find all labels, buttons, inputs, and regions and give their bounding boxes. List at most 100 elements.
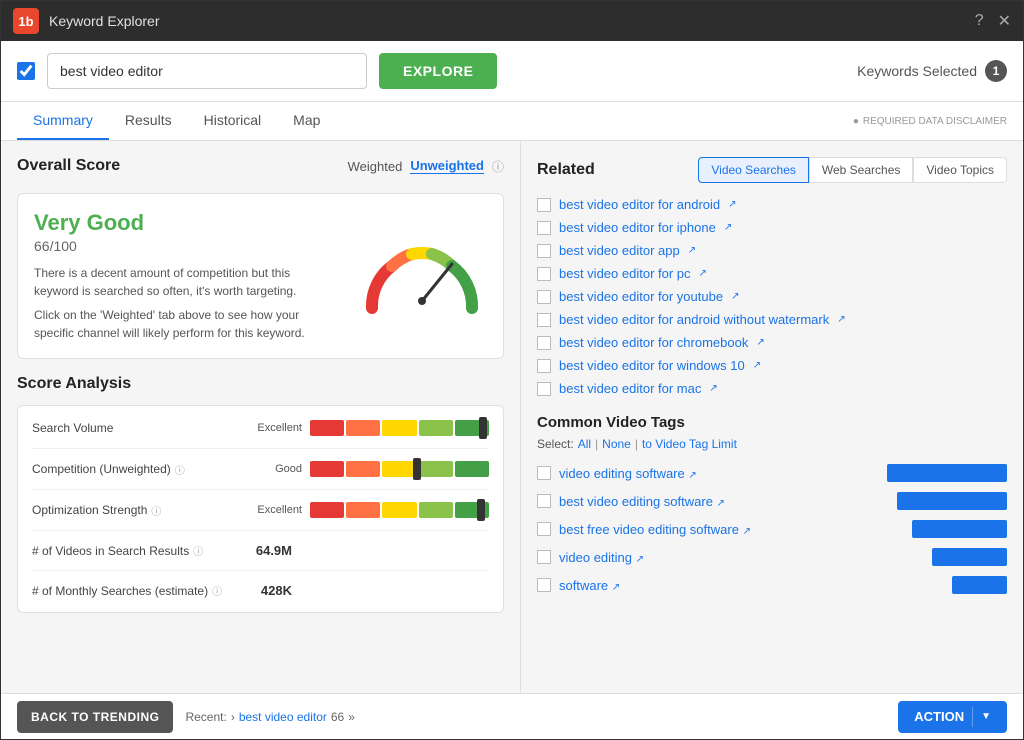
external-link-icon-5[interactable]: ↗ <box>731 291 739 302</box>
list-item[interactable]: best video editor for android ↗ <box>537 193 1007 216</box>
tab-historical[interactable]: Historical <box>188 102 278 140</box>
keyword-text-7: best video editor for chromebook <box>559 335 748 350</box>
list-item[interactable]: best video editor for mac ↗ <box>537 377 1007 400</box>
keyword-checkbox-7[interactable] <box>537 336 551 350</box>
keywords-selected: Keywords Selected 1 <box>857 60 1007 82</box>
recent-label: Recent: <box>185 710 226 724</box>
keyword-text-5: best video editor for youtube <box>559 289 723 304</box>
list-item[interactable]: best video editor for youtube ↗ <box>537 285 1007 308</box>
tag-checkbox-2[interactable] <box>537 494 551 508</box>
tab-summary[interactable]: Summary <box>17 102 109 140</box>
monthly-label: # of Monthly Searches (estimate) ⓘ <box>32 583 232 598</box>
monthly-info-icon[interactable]: ⓘ <box>212 583 222 598</box>
close-icon[interactable]: ✕ <box>998 11 1011 31</box>
weighted-toggle[interactable]: Weighted <box>348 159 403 174</box>
competition-info-icon[interactable]: ⓘ <box>175 462 185 477</box>
external-link-icon-1[interactable]: ↗ <box>728 199 736 210</box>
action-dropdown-icon[interactable]: ▼ <box>981 711 991 722</box>
external-link-icon-4[interactable]: ↗ <box>699 268 707 279</box>
analysis-box: Search Volume Excellent Competition (Unw… <box>17 405 504 613</box>
keywords-selected-label: Keywords Selected <box>857 63 977 79</box>
keyword-checkbox-3[interactable] <box>537 244 551 258</box>
list-item[interactable]: best video editor for windows 10 ↗ <box>537 354 1007 377</box>
tag-checkbox-1[interactable] <box>537 466 551 480</box>
videos-info-icon[interactable]: ⓘ <box>193 543 203 558</box>
list-item[interactable]: best video editor for pc ↗ <box>537 262 1007 285</box>
bar-lightgreen <box>419 420 453 436</box>
back-to-trending-button[interactable]: BACK TO TRENDING <box>17 701 173 733</box>
tag-item-4[interactable]: video editing ↗ <box>537 543 1007 571</box>
tag-label-4: video editing ↗ <box>559 550 924 565</box>
action-button[interactable]: ACTION ▼ <box>898 701 1007 733</box>
help-icon[interactable]: ? <box>975 12 984 30</box>
tag-bar-3 <box>912 520 1007 538</box>
overall-score-title: Overall Score <box>17 157 120 175</box>
tag-label-3: best free video editing software ↗ <box>559 522 904 537</box>
common-video-tags-section: Common Video Tags Select: All | None | t… <box>537 414 1007 599</box>
recent-keyword-link[interactable]: best video editor <box>239 710 327 724</box>
search-checkbox[interactable] <box>17 62 35 80</box>
overall-score-header: Overall Score Weighted Unweighted ⓘ <box>17 157 504 187</box>
keywords-count-badge: 1 <box>985 60 1007 82</box>
search-volume-label: Search Volume <box>32 421 232 435</box>
bar-red-2 <box>310 461 344 477</box>
keyword-text-8: best video editor for windows 10 <box>559 358 745 373</box>
competition-label: Competition (Unweighted) ⓘ <box>32 462 232 477</box>
list-item[interactable]: best video editor app ↗ <box>537 239 1007 262</box>
related-tabs: Video Searches Web Searches Video Topics <box>698 157 1007 183</box>
search-input[interactable] <box>47 53 367 89</box>
external-link-icon-3[interactable]: ↗ <box>688 245 696 256</box>
keyword-checkbox-5[interactable] <box>537 290 551 304</box>
search-volume-rating: Excellent <box>232 422 302 434</box>
bar-orange-2 <box>346 461 380 477</box>
score-info-icon[interactable]: ⓘ <box>492 158 504 175</box>
tag-item-3[interactable]: best free video editing software ↗ <box>537 515 1007 543</box>
keyword-checkbox-1[interactable] <box>537 198 551 212</box>
tags-select-label: Select: <box>537 437 574 451</box>
tag-label-2: best video editing software ↗ <box>559 494 889 509</box>
common-video-tags-title: Common Video Tags <box>537 414 1007 431</box>
keyword-checkbox-9[interactable] <box>537 382 551 396</box>
tags-select-none[interactable]: None <box>602 437 631 451</box>
analysis-row-optimization: Optimization Strength ⓘ Excellent <box>32 502 489 531</box>
bar-lightgreen-3 <box>419 502 453 518</box>
recent-count: 66 <box>331 710 344 724</box>
left-panel: Overall Score Weighted Unweighted ⓘ Very… <box>1 141 521 693</box>
list-item[interactable]: best video editor for iphone ↗ <box>537 216 1007 239</box>
tags-select-all[interactable]: All <box>578 437 591 451</box>
keyword-checkbox-6[interactable] <box>537 313 551 327</box>
tag-item-5[interactable]: software ↗ <box>537 571 1007 599</box>
tab-map[interactable]: Map <box>277 102 336 140</box>
tag-item-1[interactable]: video editing software ↗ <box>537 459 1007 487</box>
videos-value: 64.9M <box>232 543 292 558</box>
external-link-icon-6[interactable]: ↗ <box>837 314 845 325</box>
external-link-icon-2[interactable]: ↗ <box>724 222 732 233</box>
videos-label: # of Videos in Search Results ⓘ <box>32 543 232 558</box>
main-content: Overall Score Weighted Unweighted ⓘ Very… <box>1 141 1023 693</box>
score-label: Very Good <box>34 210 337 236</box>
required-disclaimer: ● REQUIRED DATA DISCLAIMER <box>853 116 1007 127</box>
related-tab-video-topics[interactable]: Video Topics <box>913 157 1007 183</box>
tags-select-limit[interactable]: to Video Tag Limit <box>642 437 737 451</box>
external-link-icon-9[interactable]: ↗ <box>709 383 717 394</box>
keyword-checkbox-8[interactable] <box>537 359 551 373</box>
explore-button[interactable]: EXPLORE <box>379 53 497 89</box>
score-left: Very Good 66/100 There is a decent amoun… <box>34 210 337 342</box>
related-tab-video-searches[interactable]: Video Searches <box>698 157 809 183</box>
external-link-icon-8[interactable]: ↗ <box>753 360 761 371</box>
external-link-icon-7[interactable]: ↗ <box>756 337 764 348</box>
tag-bar-5 <box>952 576 1007 594</box>
unweighted-toggle[interactable]: Unweighted <box>410 158 484 174</box>
tag-checkbox-3[interactable] <box>537 522 551 536</box>
list-item[interactable]: best video editor for android without wa… <box>537 308 1007 331</box>
bar-green-2 <box>455 461 489 477</box>
keyword-checkbox-2[interactable] <box>537 221 551 235</box>
related-tab-web-searches[interactable]: Web Searches <box>809 157 914 183</box>
tab-results[interactable]: Results <box>109 102 188 140</box>
keyword-checkbox-4[interactable] <box>537 267 551 281</box>
optimization-info-icon[interactable]: ⓘ <box>151 503 161 518</box>
tag-checkbox-4[interactable] <box>537 550 551 564</box>
tag-checkbox-5[interactable] <box>537 578 551 592</box>
list-item[interactable]: best video editor for chromebook ↗ <box>537 331 1007 354</box>
tag-item-2[interactable]: best video editing software ↗ <box>537 487 1007 515</box>
